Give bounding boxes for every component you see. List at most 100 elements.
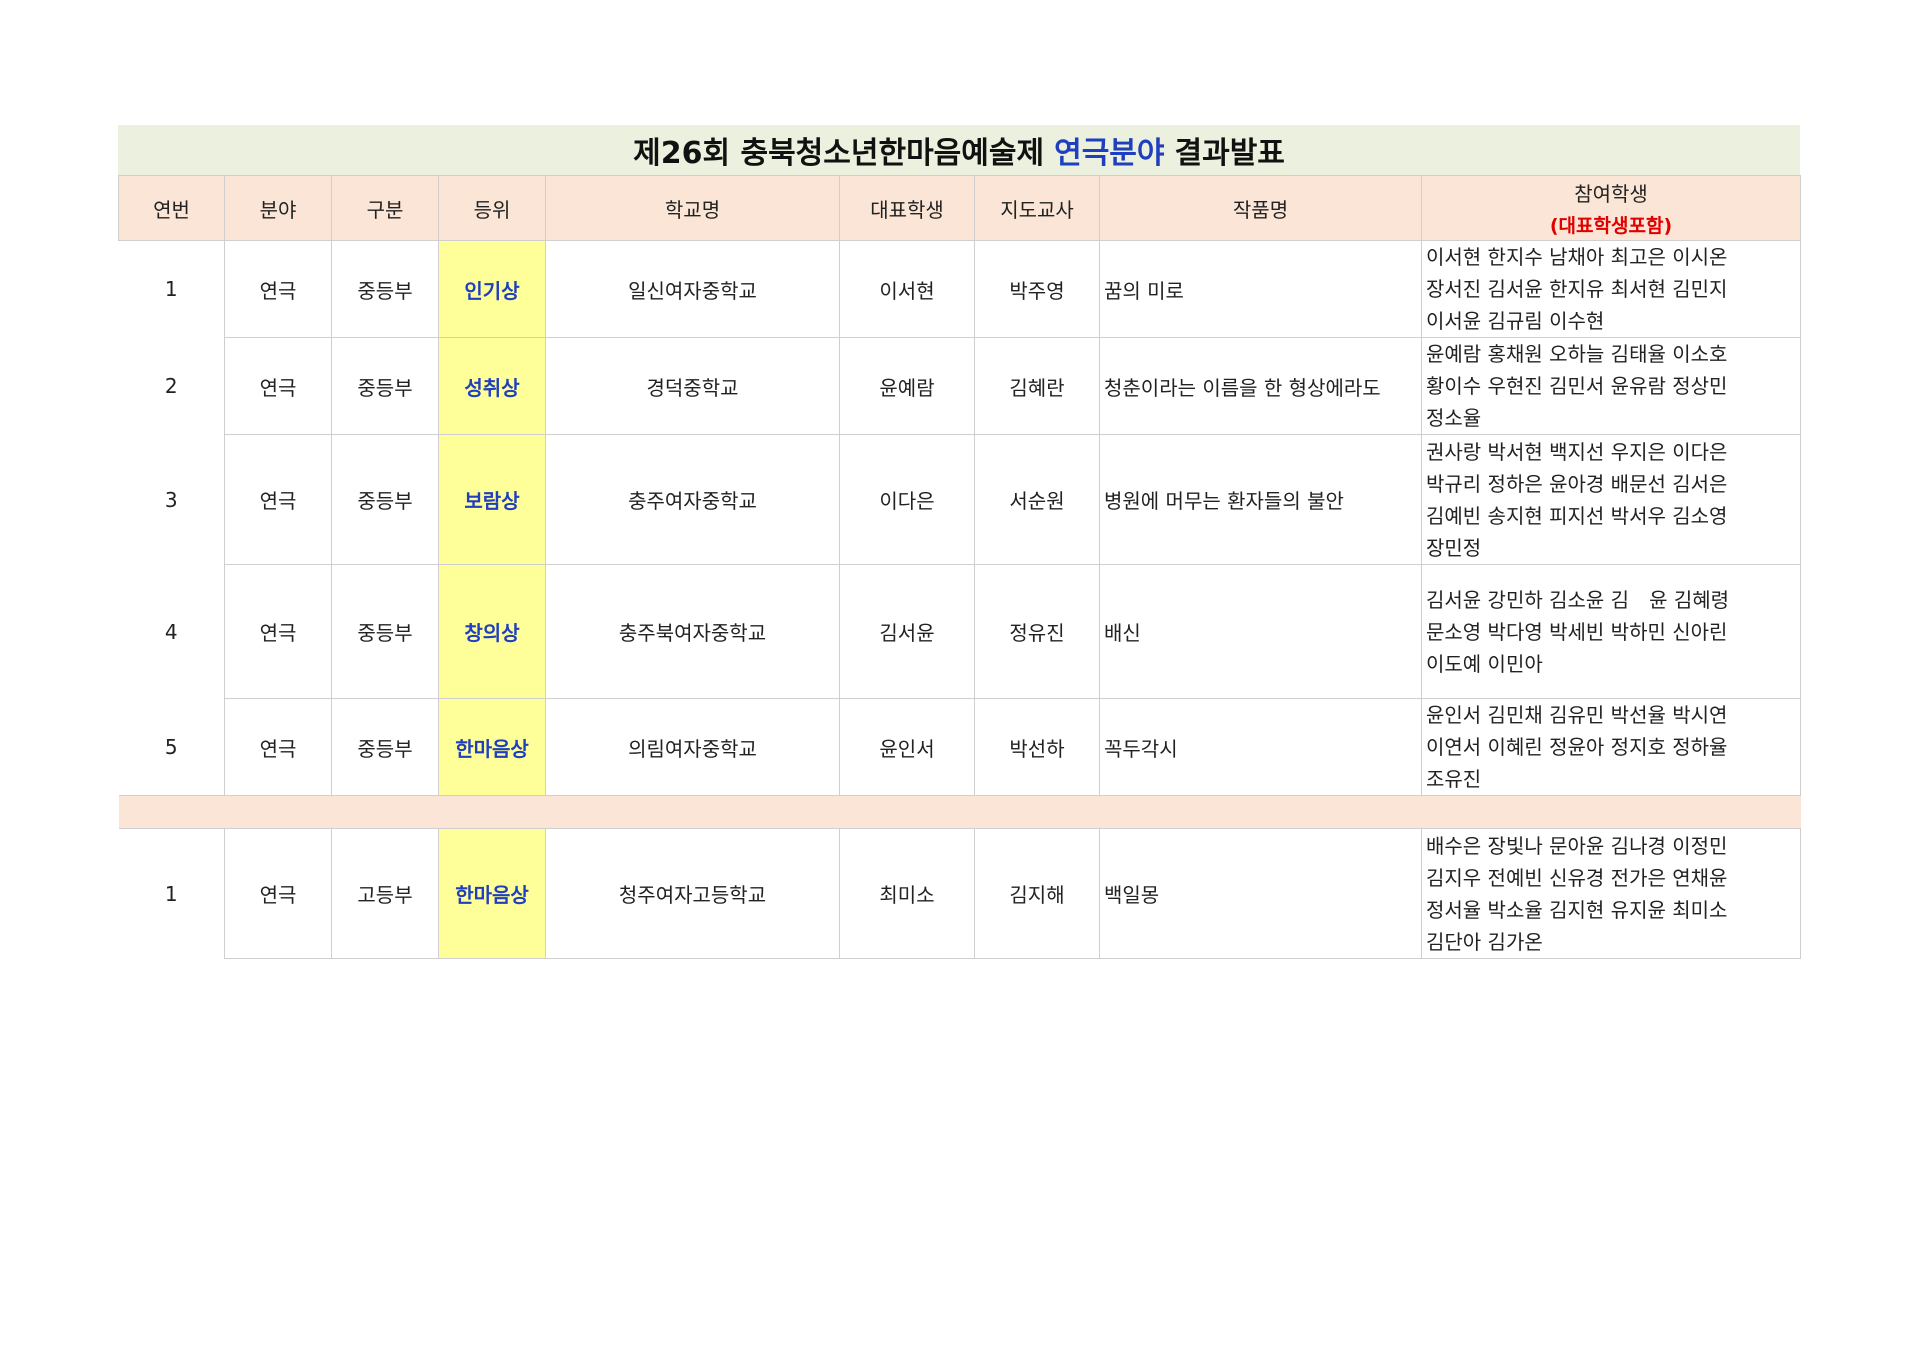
row-no: 1 (164, 881, 178, 906)
row-award: 인기상 (438, 240, 546, 338)
row-rep: 윤인서 (839, 698, 975, 796)
row-rep: 최미소 (839, 828, 975, 959)
row-division: 중등부 (331, 564, 439, 699)
row-teacher: 정유진 (974, 564, 1100, 699)
row-teacher: 김혜란 (974, 337, 1100, 435)
row-no: 1 (164, 277, 178, 302)
row-school: 경덕중학교 (545, 337, 840, 435)
row-students: 윤예람 홍채원 오하늘 김태율 이소호황이수 우현진 김민서 윤유람 정상민정소… (1421, 337, 1801, 435)
row-division: 고등부 (331, 828, 439, 959)
row-teacher: 박주영 (974, 240, 1100, 338)
row-work: 꿈의 미로 (1099, 240, 1422, 338)
row-rep: 이서현 (839, 240, 975, 338)
student-line: 황이수 우현진 김민서 윤유람 정상민 (1426, 374, 1728, 398)
row-award: 한마음상 (438, 828, 546, 959)
row-work: 배신 (1099, 564, 1422, 699)
student-line: 이서현 한지수 남채아 최고은 이시온 (1426, 245, 1728, 269)
separator (118, 795, 1801, 829)
header-no: 연번 (118, 175, 225, 241)
student-line: 윤예람 홍채원 오하늘 김태율 이소호 (1426, 342, 1728, 366)
table-row: 1 연극 중등부 인기상 일신여자중학교 이서현 박주영 꿈의 미로 이서현 한지수 남채아 최… (119, 240, 1801, 338)
results-table: 연번 분야 구분 등위 학교명 대표학생 지도교사 작품명 참여학생 (대표학생… (118, 175, 1801, 959)
header-rep: 대표학생 (839, 175, 975, 241)
table-row: 2 연극 중등부 성취상 경덕중학교 윤예람 김혜란 청춘이라는 이름을 한 형상에라도 윤예람… (119, 337, 1801, 435)
student-line: 윤인서 김민채 김유민 박선율 박시연 (1426, 703, 1728, 727)
row-teacher: 김지해 (974, 828, 1100, 959)
row-rep: 윤예람 (839, 337, 975, 435)
student-line: 문소영 박다영 박세빈 박하민 신아린 (1426, 619, 1728, 644)
header-row: 연번 분야 구분 등위 학교명 대표학생 지도교사 작품명 참여학생 (대표학생… (118, 175, 1801, 241)
student-line: 권사랑 박서현 백지선 우지은 이다은 (1426, 439, 1728, 464)
row-award: 한마음상 (438, 698, 546, 796)
row-teacher: 박선하 (974, 698, 1100, 796)
row-field: 연극 (224, 434, 332, 565)
title-suffix: 결과발표 (1174, 136, 1285, 171)
header-rank: 등위 (438, 175, 546, 241)
row-division: 중등부 (331, 434, 439, 565)
row-rep: 이다은 (839, 434, 975, 565)
row-work: 병원에 머무는 환자들의 불안 (1099, 434, 1422, 565)
student-line: 김예빈 송지현 피지선 박서우 김소영 (1426, 503, 1728, 528)
row-rep: 김서윤 (839, 564, 975, 699)
row-field: 연극 (224, 240, 332, 338)
student-line: 김지우 전예빈 신유경 전가은 연채윤 (1426, 865, 1728, 890)
row-no: 3 (164, 487, 178, 512)
student-line: 조유진 (1426, 767, 1482, 791)
header-students: 참여학생 (대표학생포함) (1421, 175, 1801, 241)
row-school: 충주여자중학교 (545, 434, 840, 565)
row-students: 이서현 한지수 남채아 최고은 이시온장서진 김서윤 한지유 최서현 김민지이서… (1421, 240, 1801, 338)
title-prefix: 제26회 충북청소년한마음예술제 (633, 136, 1045, 171)
row-award: 보람상 (438, 434, 546, 565)
header-teacher: 지도교사 (974, 175, 1100, 241)
row-school: 충주북여자중학교 (545, 564, 840, 699)
row-students: 배수은 장빛나 문아윤 김나경 이정민김지우 전예빈 신유경 전가은 연채윤정서… (1421, 828, 1801, 959)
row-field: 연극 (224, 698, 332, 796)
header-school: 학교명 (545, 175, 840, 241)
student-line: 김단아 김가온 (1426, 929, 1543, 954)
row-school: 일신여자중학교 (545, 240, 840, 338)
student-line: 배수은 장빛나 문아윤 김나경 이정민 (1426, 833, 1728, 858)
row-school: 청주여자고등학교 (545, 828, 840, 959)
header-students-note: (대표학생포함) (1549, 215, 1673, 237)
row-students: 윤인서 김민채 김유민 박선율 박시연이연서 이혜린 정윤아 정지호 정하율조유… (1421, 698, 1801, 796)
student-line: 장민정 (1426, 535, 1482, 560)
row-division: 중등부 (331, 337, 439, 435)
row-award: 성취상 (438, 337, 546, 435)
header-division: 구분 (331, 175, 439, 241)
separator-row (118, 795, 1801, 829)
row-school: 의림여자중학교 (545, 698, 840, 796)
student-line: 이도예 이민아 (1426, 651, 1543, 676)
row-field: 연극 (224, 564, 332, 699)
header-work: 작품명 (1099, 175, 1422, 241)
table-row: 4 연극 중등부 창의상 충주북여자중학교 김서윤 정유진 배신 김서윤 강민하 김소윤 김 윤… (119, 564, 1801, 699)
row-award: 창의상 (438, 564, 546, 699)
student-line: 이서윤 김규림 이수현 (1426, 309, 1605, 333)
row-no: 4 (164, 619, 178, 644)
table-row: 5 연극 중등부 한마음상 의림여자중학교 윤인서 박선하 꼭두각시 윤인서 김민채 김유민 박… (119, 698, 1801, 796)
row-no: 2 (164, 374, 178, 398)
student-line: 장서진 김서윤 한지유 최서현 김민지 (1426, 277, 1728, 301)
student-line: 박규리 정하은 윤아경 배문선 김서은 (1426, 471, 1728, 496)
row-students: 권사랑 박서현 백지선 우지은 이다은박규리 정하은 윤아경 배문선 김서은김예… (1421, 434, 1801, 565)
table-row: 1 연극 고등부 한마음상 청주여자고등학교 최미소 김지해 백일몽 배수은 장빛나 문아윤 김… (119, 828, 1801, 959)
row-division: 중등부 (331, 240, 439, 338)
row-work: 청춘이라는 이름을 한 형상에라도 (1099, 337, 1422, 435)
page-title: 제26회 충북청소년한마음예술제 연극분야 결과발표 (118, 125, 1800, 175)
middle-school-rows: 1 연극 중등부 인기상 일신여자중학교 이서현 박주영 꿈의 미로 이서현 한지수 남채아 최… (119, 240, 1801, 796)
row-field: 연극 (224, 337, 332, 435)
results-sheet: 제26회 충북청소년한마음예술제 연극분야 결과발표 연번 분야 구분 등위 학… (118, 125, 1801, 959)
row-no: 5 (164, 734, 178, 759)
row-division: 중등부 (331, 698, 439, 796)
student-line: 이연서 이혜린 정윤아 정지호 정하율 (1426, 735, 1728, 759)
row-field: 연극 (224, 828, 332, 959)
header-field: 분야 (224, 175, 332, 241)
row-work: 꼭두각시 (1099, 698, 1422, 796)
student-line: 정소율 (1426, 406, 1482, 430)
student-line: 정서율 박소율 김지현 유지윤 최미소 (1426, 897, 1728, 922)
header-students-label: 참여학생 (1574, 182, 1648, 206)
row-teacher: 서순원 (974, 434, 1100, 565)
student-line: 김서윤 강민하 김소윤 김 윤 김혜령 (1426, 587, 1730, 612)
row-work: 백일몽 (1099, 828, 1422, 959)
row-students: 김서윤 강민하 김소윤 김 윤 김혜령문소영 박다영 박세빈 박하민 신아린이도… (1421, 564, 1801, 699)
high-school-rows: 1 연극 고등부 한마음상 청주여자고등학교 최미소 김지해 백일몽 배수은 장빛나 문아윤 김… (119, 828, 1801, 959)
